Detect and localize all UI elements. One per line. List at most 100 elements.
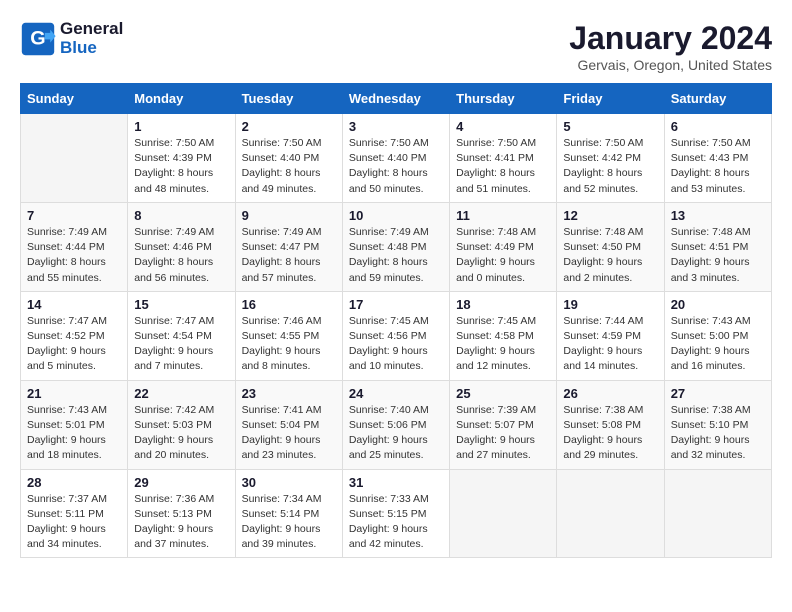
day-info: Sunrise: 7:41 AMSunset: 5:04 PMDaylight:…	[242, 403, 336, 464]
calendar-cell: 29 Sunrise: 7:36 AMSunset: 5:13 PMDayligh…	[128, 469, 235, 558]
calendar-cell: 9 Sunrise: 7:49 AMSunset: 4:47 PMDaylight…	[235, 202, 342, 291]
header-saturday: Saturday	[664, 84, 771, 114]
logo-text: General Blue	[60, 20, 123, 57]
day-info: Sunrise: 7:38 AMSunset: 5:08 PMDaylight:…	[563, 403, 657, 464]
calendar-cell: 18 Sunrise: 7:45 AMSunset: 4:58 PMDayligh…	[450, 291, 557, 380]
calendar-cell	[664, 469, 771, 558]
day-number: 26	[563, 386, 657, 401]
day-number: 24	[349, 386, 443, 401]
calendar-cell: 3 Sunrise: 7:50 AMSunset: 4:40 PMDaylight…	[342, 114, 449, 203]
day-number: 18	[456, 297, 550, 312]
calendar-cell: 22 Sunrise: 7:42 AMSunset: 5:03 PMDayligh…	[128, 380, 235, 469]
day-number: 16	[242, 297, 336, 312]
day-info: Sunrise: 7:50 AMSunset: 4:42 PMDaylight:…	[563, 136, 657, 197]
day-number: 17	[349, 297, 443, 312]
calendar-cell: 2 Sunrise: 7:50 AMSunset: 4:40 PMDaylight…	[235, 114, 342, 203]
calendar-cell: 13Sunrise: 7:48 AMSunset: 4:51 PMDayligh…	[664, 202, 771, 291]
calendar-cell: 1Sunrise: 7:50 AMSunset: 4:39 PMDaylight…	[128, 114, 235, 203]
day-info: Sunrise: 7:50 AMSunset: 4:43 PMDaylight:…	[671, 136, 765, 197]
day-number: 28	[27, 475, 121, 490]
day-info: Sunrise: 7:36 AMSunset: 5:13 PMDaylight:…	[134, 492, 228, 553]
day-number: 22	[134, 386, 228, 401]
day-info: Sunrise: 7:48 AMSunset: 4:51 PMDaylight:…	[671, 225, 765, 286]
day-info: Sunrise: 7:39 AMSunset: 5:07 PMDaylight:…	[456, 403, 550, 464]
calendar-cell: 5Sunrise: 7:50 AMSunset: 4:42 PMDaylight…	[557, 114, 664, 203]
day-number: 21	[27, 386, 121, 401]
day-info: Sunrise: 7:40 AMSunset: 5:06 PMDaylight:…	[349, 403, 443, 464]
day-info: Sunrise: 7:33 AMSunset: 5:15 PMDaylight:…	[349, 492, 443, 553]
calendar-table: SundayMondayTuesdayWednesdayThursdayFrid…	[20, 83, 772, 558]
day-number: 14	[27, 297, 121, 312]
day-info: Sunrise: 7:49 AMSunset: 4:47 PMDaylight:…	[242, 225, 336, 286]
day-number: 4	[456, 119, 550, 134]
day-number: 12	[563, 208, 657, 223]
svg-text:G: G	[30, 27, 45, 49]
calendar-cell: 17Sunrise: 7:45 AMSunset: 4:56 PMDayligh…	[342, 291, 449, 380]
day-info: Sunrise: 7:37 AMSunset: 5:11 PMDaylight:…	[27, 492, 121, 553]
calendar-cell: 7 Sunrise: 7:49 AMSunset: 4:44 PMDaylight…	[21, 202, 128, 291]
calendar-cell: 10Sunrise: 7:49 AMSunset: 4:48 PMDayligh…	[342, 202, 449, 291]
day-number: 9	[242, 208, 336, 223]
calendar-cell: 21 Sunrise: 7:43 AMSunset: 5:01 PMDayligh…	[21, 380, 128, 469]
day-info: Sunrise: 7:43 AMSunset: 5:01 PMDaylight:…	[27, 403, 121, 464]
calendar-cell: 8Sunrise: 7:49 AMSunset: 4:46 PMDaylight…	[128, 202, 235, 291]
calendar-cell: 14Sunrise: 7:47 AMSunset: 4:52 PMDayligh…	[21, 291, 128, 380]
day-info: Sunrise: 7:50 AMSunset: 4:39 PMDaylight:…	[134, 136, 228, 197]
calendar-cell	[557, 469, 664, 558]
calendar-cell: 24 Sunrise: 7:40 AMSunset: 5:06 PMDayligh…	[342, 380, 449, 469]
calendar-week-row: 1Sunrise: 7:50 AMSunset: 4:39 PMDaylight…	[21, 114, 772, 203]
header-thursday: Thursday	[450, 84, 557, 114]
day-info: Sunrise: 7:50 AMSunset: 4:41 PMDaylight:…	[456, 136, 550, 197]
day-number: 20	[671, 297, 765, 312]
day-number: 31	[349, 475, 443, 490]
day-number: 3	[349, 119, 443, 134]
logo-blue: Blue	[60, 38, 97, 57]
day-info: Sunrise: 7:50 AMSunset: 4:40 PMDaylight:…	[242, 136, 336, 197]
day-number: 2	[242, 119, 336, 134]
day-number: 10	[349, 208, 443, 223]
calendar-cell	[21, 114, 128, 203]
day-number: 6	[671, 119, 765, 134]
day-info: Sunrise: 7:44 AMSunset: 4:59 PMDaylight:…	[563, 314, 657, 375]
day-number: 19	[563, 297, 657, 312]
calendar-cell: 30Sunrise: 7:34 AMSunset: 5:14 PMDayligh…	[235, 469, 342, 558]
day-number: 27	[671, 386, 765, 401]
logo-general: General	[60, 19, 123, 38]
day-number: 23	[242, 386, 336, 401]
header: G General Blue January 2024 Gervais, Ore…	[20, 20, 772, 73]
calendar-cell: 28 Sunrise: 7:37 AMSunset: 5:11 PMDayligh…	[21, 469, 128, 558]
day-info: Sunrise: 7:43 AMSunset: 5:00 PMDaylight:…	[671, 314, 765, 375]
day-info: Sunrise: 7:48 AMSunset: 4:50 PMDaylight:…	[563, 225, 657, 286]
subtitle: Gervais, Oregon, United States	[569, 57, 772, 73]
calendar-header-row: SundayMondayTuesdayWednesdayThursdayFrid…	[21, 84, 772, 114]
calendar-cell: 11Sunrise: 7:48 AMSunset: 4:49 PMDayligh…	[450, 202, 557, 291]
calendar-cell: 23 Sunrise: 7:41 AMSunset: 5:04 PMDayligh…	[235, 380, 342, 469]
day-info: Sunrise: 7:49 AMSunset: 4:46 PMDaylight:…	[134, 225, 228, 286]
calendar-cell: 4 Sunrise: 7:50 AMSunset: 4:41 PMDaylight…	[450, 114, 557, 203]
day-info: Sunrise: 7:42 AMSunset: 5:03 PMDaylight:…	[134, 403, 228, 464]
day-info: Sunrise: 7:34 AMSunset: 5:14 PMDaylight:…	[242, 492, 336, 553]
logo-icon: G	[20, 21, 56, 57]
main-title: January 2024	[569, 20, 772, 57]
day-number: 11	[456, 208, 550, 223]
calendar-cell: 6 Sunrise: 7:50 AMSunset: 4:43 PMDaylight…	[664, 114, 771, 203]
day-number: 7	[27, 208, 121, 223]
header-wednesday: Wednesday	[342, 84, 449, 114]
header-sunday: Sunday	[21, 84, 128, 114]
calendar-week-row: 7 Sunrise: 7:49 AMSunset: 4:44 PMDaylight…	[21, 202, 772, 291]
calendar-week-row: 14Sunrise: 7:47 AMSunset: 4:52 PMDayligh…	[21, 291, 772, 380]
day-number: 29	[134, 475, 228, 490]
day-info: Sunrise: 7:49 AMSunset: 4:44 PMDaylight:…	[27, 225, 121, 286]
calendar-cell: 12 Sunrise: 7:48 AMSunset: 4:50 PMDayligh…	[557, 202, 664, 291]
day-info: Sunrise: 7:38 AMSunset: 5:10 PMDaylight:…	[671, 403, 765, 464]
header-tuesday: Tuesday	[235, 84, 342, 114]
calendar-cell	[450, 469, 557, 558]
header-monday: Monday	[128, 84, 235, 114]
calendar-cell: 26 Sunrise: 7:38 AMSunset: 5:08 PMDayligh…	[557, 380, 664, 469]
calendar-cell: 27 Sunrise: 7:38 AMSunset: 5:10 PMDayligh…	[664, 380, 771, 469]
day-info: Sunrise: 7:45 AMSunset: 4:58 PMDaylight:…	[456, 314, 550, 375]
day-info: Sunrise: 7:50 AMSunset: 4:40 PMDaylight:…	[349, 136, 443, 197]
calendar-week-row: 28 Sunrise: 7:37 AMSunset: 5:11 PMDayligh…	[21, 469, 772, 558]
day-info: Sunrise: 7:46 AMSunset: 4:55 PMDaylight:…	[242, 314, 336, 375]
calendar-cell: 31 Sunrise: 7:33 AMSunset: 5:15 PMDayligh…	[342, 469, 449, 558]
